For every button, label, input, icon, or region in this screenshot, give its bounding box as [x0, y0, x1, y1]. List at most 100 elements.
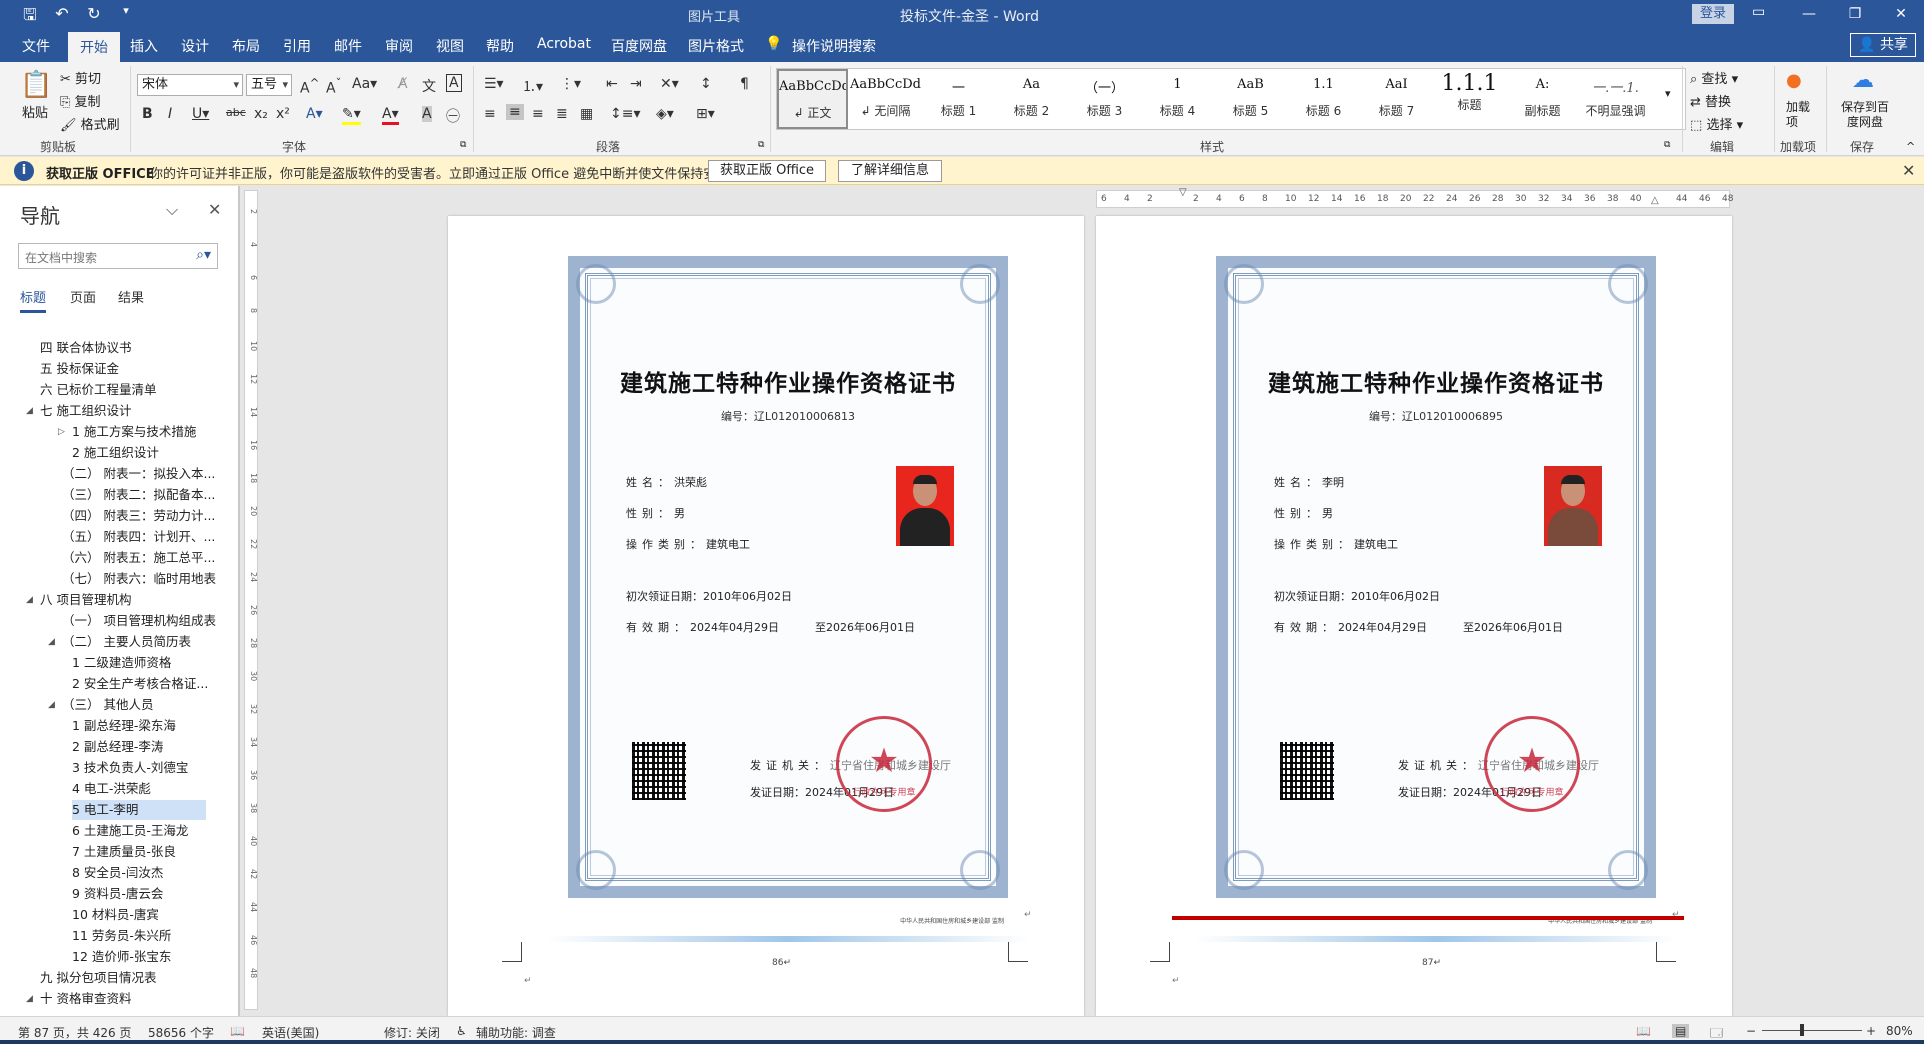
nav-heading-item[interactable]: 五 投标保证金 — [40, 359, 119, 379]
close-icon[interactable]: ✕ — [208, 200, 221, 219]
style-subtle-emphasis[interactable]: 一.一.1. 不明显强调 — [1580, 69, 1651, 129]
nav-heading-item[interactable]: （五） 附表四：计划开、... — [62, 527, 215, 547]
align-right-icon[interactable]: ≡ — [532, 106, 544, 122]
superscript-icon[interactable]: x² — [276, 106, 290, 122]
tab-view[interactable]: 视图 — [436, 36, 464, 56]
expand-arrow-icon[interactable]: ◢ — [26, 590, 33, 610]
save-icon[interactable]: 🖫 — [20, 4, 40, 31]
style-heading-5[interactable]: AaB 标题 5 — [1215, 69, 1286, 129]
font-name-combo[interactable]: 宋体 — [137, 74, 243, 96]
tab-design[interactable]: 设计 — [181, 36, 209, 56]
multilevel-list-icon[interactable]: ⋮▾ — [560, 76, 581, 92]
proofing-icon[interactable]: 📖 — [230, 1024, 245, 1038]
learn-more-button[interactable]: 了解详细信息 — [838, 160, 942, 182]
collapse-arrow-icon[interactable]: ▷ — [58, 422, 65, 442]
nav-heading-item[interactable]: 1 副总经理-梁东海 — [72, 716, 176, 736]
nav-heading-item[interactable]: 十 资格审查资料 — [40, 989, 131, 1004]
font-size-combo[interactable]: 五号 — [246, 74, 292, 96]
nav-heading-item[interactable]: 1 施工方案与技术措施 — [72, 422, 196, 442]
paste-button[interactable]: 粘贴 — [22, 102, 48, 121]
nav-heading-item[interactable]: 8 安全员-闫汝杰 — [72, 863, 163, 883]
copy-button[interactable]: ⎘ 复制 — [60, 91, 101, 110]
certificate-image[interactable]: 建筑施工特种作业操作资格证书 编号：辽L012010006813 姓名：洪荣彪 … — [568, 256, 1008, 925]
zoom-slider-thumb[interactable] — [1800, 1024, 1804, 1036]
chevron-down-icon[interactable]: ⌵ — [166, 200, 178, 220]
first-line-indent-marker[interactable]: ▽ — [1179, 187, 1187, 198]
addins-button[interactable]: 加载项 — [1786, 100, 1812, 130]
bold-icon[interactable]: B — [142, 106, 153, 122]
select-button[interactable]: ⬚ 选择 ▾ — [1690, 114, 1743, 133]
nav-heading-item[interactable]: 1 二级建造师资格 — [72, 653, 171, 673]
borders-icon[interactable]: ⊞▾ — [696, 106, 715, 122]
accessibility-status[interactable]: 辅助功能: 调查 — [476, 1024, 556, 1041]
text-effects-icon[interactable]: A▾ — [306, 106, 323, 122]
nav-heading-item[interactable]: （一） 项目管理机构组成表 — [62, 611, 216, 631]
nav-tab-pages[interactable]: 页面 — [70, 287, 96, 306]
redo-icon[interactable]: ↻ — [84, 4, 104, 31]
nav-heading-item[interactable]: 10 材料员-唐宾 — [72, 905, 159, 925]
tab-picture-format[interactable]: 图片格式 — [688, 36, 744, 56]
format-painter-button[interactable]: 🖌 格式刷 — [60, 114, 120, 133]
style-heading-4[interactable]: 1 标题 4 — [1142, 69, 1213, 129]
minimize-icon[interactable]: — — [1786, 0, 1832, 30]
paragraph-dialog-launcher-icon[interactable]: ⧉ — [758, 140, 764, 150]
nav-heading-item[interactable]: 6 土建施工员-王海龙 — [72, 821, 188, 841]
restore-icon[interactable]: ❐ — [1832, 0, 1878, 30]
style-subtitle[interactable]: A: 副标题 — [1507, 69, 1578, 129]
nav-heading-item[interactable]: 12 造价师-张宝东 — [72, 947, 171, 967]
ribbon-display-options-icon[interactable]: ▭ — [1752, 4, 1765, 20]
tab-baidu-netdisk[interactable]: 百度网盘 — [611, 36, 667, 56]
nav-tab-headings[interactable]: 标题 — [20, 287, 47, 313]
expand-arrow-icon[interactable]: ◢ — [26, 401, 33, 421]
nav-heading-item[interactable]: 9 资料员-唐云会 — [72, 884, 163, 904]
style-normal[interactable]: AaBbCcDdI ↲ 正文 — [777, 69, 848, 129]
track-changes-status[interactable]: 修订: 关闭 — [384, 1024, 440, 1041]
read-mode-icon[interactable]: 📖 — [1636, 1024, 1651, 1038]
tab-review[interactable]: 审阅 — [385, 36, 413, 56]
line-spacing-icon[interactable]: ↕≡▾ — [610, 106, 641, 122]
font-color-icon[interactable]: A▾ — [382, 106, 399, 125]
phonetic-guide-icon[interactable]: 文 — [422, 76, 436, 96]
nav-heading-item[interactable]: 5 电工-李明 — [72, 800, 206, 820]
zoom-level[interactable]: 80% — [1886, 1024, 1913, 1038]
expand-arrow-icon[interactable]: ◢ — [26, 989, 33, 1004]
nav-heading-item[interactable]: 六 已标价工程量清单 — [40, 380, 156, 400]
decrease-indent-icon[interactable]: ⇤ — [606, 76, 618, 92]
search-icon[interactable]: ⌕▾ — [196, 247, 211, 263]
italic-icon[interactable]: I — [168, 106, 172, 122]
certificate-image[interactable]: 建筑施工特种作业操作资格证书 编号：辽L012010006895 姓名：李明 性… — [1216, 256, 1656, 925]
customize-icon[interactable]: ▾ — [116, 4, 136, 31]
nav-search-input[interactable]: 在文档中搜索 ⌕▾ — [18, 243, 218, 269]
language-status[interactable]: 英语(美国) — [262, 1024, 319, 1041]
tab-file[interactable]: 文件 — [22, 36, 50, 56]
undo-icon[interactable]: ↶ — [52, 4, 72, 31]
show-marks-icon[interactable]: ¶ — [740, 76, 749, 92]
nav-heading-item[interactable]: （六） 附表五：施工总平... — [62, 548, 215, 568]
tab-mailings[interactable]: 邮件 — [334, 36, 362, 56]
close-icon[interactable]: ✕ — [1902, 161, 1915, 180]
nav-heading-item[interactable]: 11 劳务员-朱兴所 — [72, 926, 171, 946]
zoom-in-icon[interactable]: + — [1866, 1024, 1876, 1038]
nav-heading-item[interactable]: （三） 其他人员 — [62, 695, 153, 715]
tab-acrobat[interactable]: Acrobat — [537, 36, 591, 52]
style-heading-3[interactable]: （一） 标题 3 — [1069, 69, 1140, 129]
baidu-netdisk-icon[interactable]: ☁ — [1852, 68, 1874, 93]
shrink-font-icon[interactable]: Aˇ — [326, 76, 341, 97]
shading-icon[interactable]: ◈▾ — [656, 106, 674, 122]
subscript-icon[interactable]: x₂ — [254, 106, 268, 122]
paste-icon[interactable]: 📋 — [20, 70, 52, 100]
nav-heading-item[interactable]: 2 安全生产考核合格证... — [72, 674, 208, 694]
document-page[interactable]: 建筑施工特种作业操作资格证书 编号：辽L012010006895 姓名：李明 性… — [1096, 216, 1732, 1016]
strikethrough-icon[interactable]: abc — [226, 106, 246, 119]
align-center-icon[interactable]: ≡ — [506, 104, 524, 120]
nav-heading-item[interactable]: 七 施工组织设计 — [40, 401, 131, 421]
enclose-characters-icon[interactable]: ㊀ — [446, 106, 460, 126]
nav-heading-item[interactable]: （七） 附表六：临时用地表 — [62, 569, 216, 589]
nav-heading-item[interactable]: 3 技术负责人-刘德宝 — [72, 758, 188, 778]
nav-heading-item[interactable]: （二） 主要人员简历表 — [62, 632, 191, 652]
highlight-icon[interactable]: ✎▾ — [342, 106, 361, 125]
style-heading-1[interactable]: 一标题 1 — [923, 69, 994, 129]
tab-layout[interactable]: 布局 — [232, 36, 260, 56]
bullets-icon[interactable]: ☰▾ — [484, 76, 504, 92]
expand-arrow-icon[interactable]: ◢ — [48, 632, 55, 652]
